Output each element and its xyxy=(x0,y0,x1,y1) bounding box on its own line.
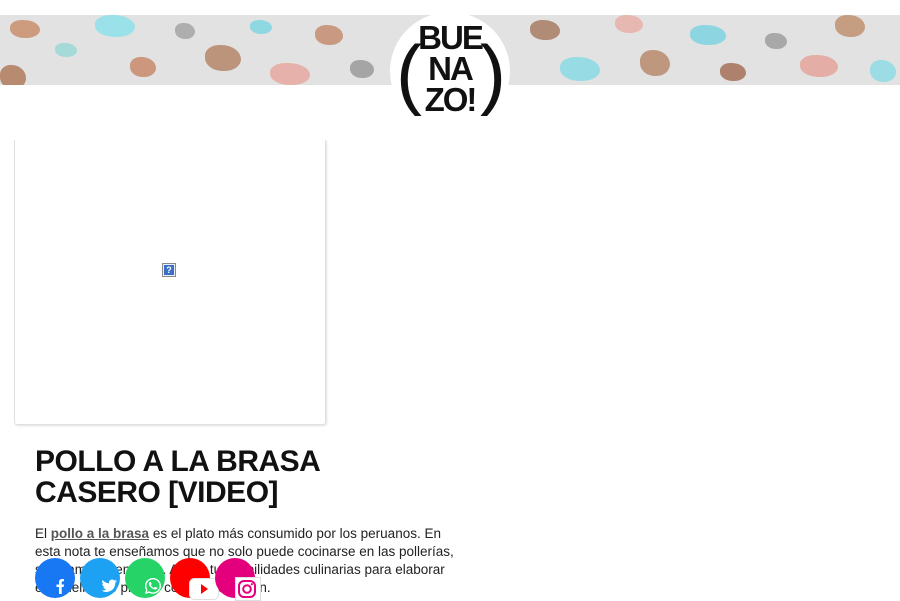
logo-line-2: NA xyxy=(428,50,474,87)
broken-image-icon: ? xyxy=(162,263,176,277)
share-youtube-button[interactable] xyxy=(170,558,219,600)
share-whatsapp-button[interactable] xyxy=(125,558,165,598)
share-instagram-button[interactable] xyxy=(215,558,261,601)
intro-prefix: El xyxy=(35,526,51,541)
whatsapp-icon xyxy=(145,578,161,594)
article-media-frame xyxy=(14,140,326,425)
share-twitter-button[interactable] xyxy=(80,558,120,598)
facebook-icon xyxy=(56,579,64,594)
article-title: POLLO A LA BRASA CASERO [VIDEO] xyxy=(35,446,455,508)
logo-line-1: BUE xyxy=(418,19,484,56)
article-title-line2: CASERO [VIDEO] xyxy=(35,476,279,509)
intro-link[interactable]: pollo a la brasa xyxy=(51,526,149,541)
site-logo[interactable]: BUE NA ZO! xyxy=(400,19,500,118)
broken-image-glyph: ? xyxy=(164,265,174,275)
logo-line-3: ZO! xyxy=(424,81,478,118)
article-title-line1: POLLO A LA BRASA xyxy=(35,445,321,478)
instagram-icon xyxy=(235,577,261,601)
twitter-icon xyxy=(101,579,117,592)
share-facebook-button[interactable] xyxy=(35,558,75,598)
